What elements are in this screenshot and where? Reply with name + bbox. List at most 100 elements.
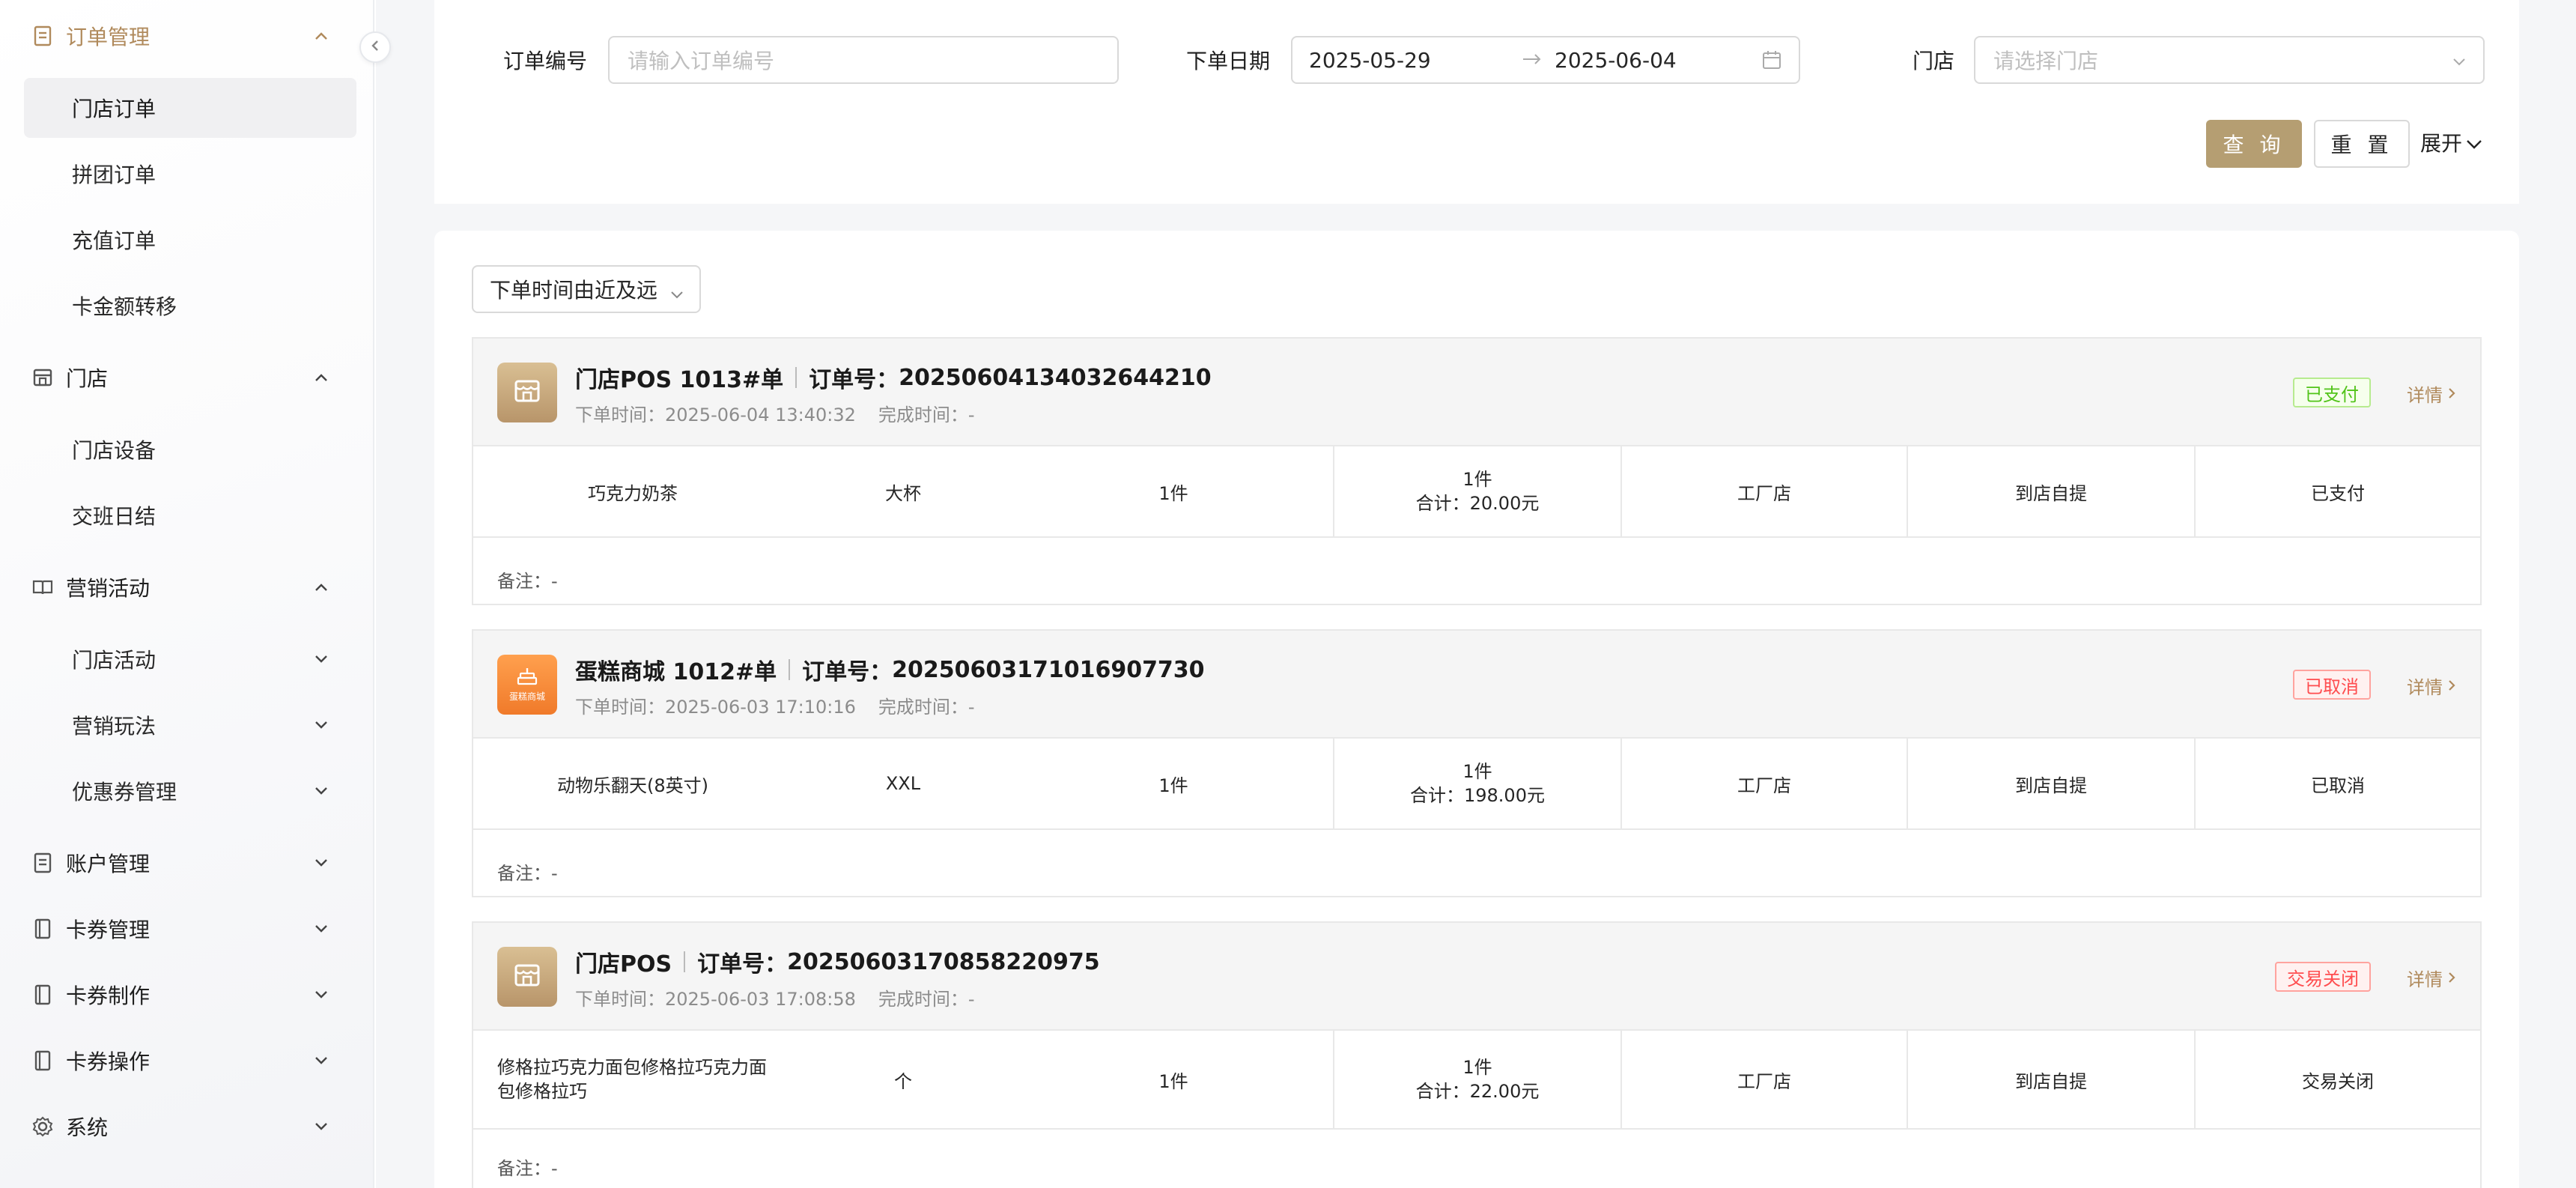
sidebar-item-store-activities[interactable]: 门店活动 xyxy=(24,629,356,689)
menu-group-system[interactable]: 系统 xyxy=(0,1094,374,1160)
cell-spec: 个 xyxy=(894,1070,912,1092)
chevron-down-icon xyxy=(310,648,332,670)
chevron-down-icon xyxy=(310,852,332,874)
cell-delivery: 到店自提 xyxy=(1907,1031,2194,1128)
status-badge: 已取消 xyxy=(2293,670,2371,700)
query-button[interactable]: 查 询 xyxy=(2206,120,2302,168)
cell-delivery: 到店自提 xyxy=(1907,739,2194,828)
store-pos-logo xyxy=(497,363,557,422)
chevron-down-icon xyxy=(310,918,332,940)
cell-qty: 1件 xyxy=(1158,1070,1188,1092)
expand-toggle[interactable]: 展开 xyxy=(2420,127,2483,157)
menu-group-card-operation[interactable]: 卡券操作 xyxy=(0,1028,374,1094)
cell-summary: 1件 合计：20.00元 xyxy=(1333,446,1620,536)
sidebar-item-coupon-management[interactable]: 优惠券管理 xyxy=(24,761,356,821)
menu-group-label: 卡券管理 xyxy=(66,918,151,942)
order-detail-link[interactable]: 详情 xyxy=(2407,965,2456,991)
date-range-picker[interactable]: 2025-05-29 2025-06-04 xyxy=(1291,36,1800,84)
date-end[interactable]: 2025-06-04 xyxy=(1555,48,1677,73)
cake-icon xyxy=(516,667,538,688)
chevron-left-icon xyxy=(371,39,380,55)
sidebar-item-store-orders[interactable]: 门店订单 xyxy=(24,78,356,138)
date-label: 下单日期 xyxy=(1186,49,1271,73)
order-remark: 备注：- xyxy=(497,863,558,884)
menu-group-label: 卡券制作 xyxy=(66,984,151,1008)
date-start[interactable]: 2025-05-29 xyxy=(1309,48,1431,73)
chevron-down-icon xyxy=(310,1115,332,1138)
cell-status: 已支付 xyxy=(2194,446,2480,536)
gear-icon xyxy=(31,1115,54,1138)
order-detail-link[interactable]: 详情 xyxy=(2407,673,2456,699)
store-label: 门店 xyxy=(1913,49,1955,73)
order-title: 蛋糕商城 1012#单 订单号： 20250603171016907730 xyxy=(575,653,1205,686)
store-placeholder: 请选择门店 xyxy=(1993,49,2099,73)
card-icon xyxy=(31,1049,54,1072)
sidebar-item-shift-settlement[interactable]: 交班日结 xyxy=(24,485,356,545)
chevron-down-icon xyxy=(310,780,332,802)
order-title: 门店POS 订单号： 20250603170858220975 xyxy=(575,945,1100,978)
sidebar-item-recharge-orders[interactable]: 充值订单 xyxy=(24,210,356,270)
menu-group-card-production[interactable]: 卡券制作 xyxy=(0,962,374,1028)
order-title: 门店POS 1013#单 订单号： 20250604134032644210 xyxy=(575,361,1212,394)
detail-label: 详情 xyxy=(2407,385,2443,406)
sidebar-item-label: 拼团订单 xyxy=(72,163,157,187)
divider xyxy=(795,367,798,388)
product-name-line: 修格拉巧克力面包修格拉巧克力面 xyxy=(497,1057,767,1078)
order-times: 下单时间：2025-06-03 17:10:16 完成时间：- xyxy=(575,692,975,718)
summary-total: 合计：22.00元 xyxy=(1415,1081,1540,1102)
book-icon xyxy=(31,576,54,598)
cell-qty: 1件 xyxy=(1158,482,1188,504)
chevron-up-icon xyxy=(310,576,332,598)
document-icon xyxy=(31,852,54,874)
menu-group-card-management[interactable]: 卡券管理 xyxy=(0,896,374,962)
order-no-label: 订单号： xyxy=(809,367,899,393)
sidebar-item-group-orders[interactable]: 拼团订单 xyxy=(24,144,356,204)
order-no-input[interactable]: 请输入订单编号 xyxy=(608,36,1119,84)
divider xyxy=(789,659,791,680)
menu-group-order-management[interactable]: 订单管理 xyxy=(0,3,374,69)
order-detail-link[interactable]: 详情 xyxy=(2407,381,2456,407)
sidebar-item-label: 门店设备 xyxy=(72,438,157,463)
chevron-right-icon xyxy=(2447,968,2456,989)
sidebar-item-marketing-play[interactable]: 营销玩法 xyxy=(24,695,356,755)
cell-store: 工厂店 xyxy=(1620,446,1907,536)
summary-qty: 1件 xyxy=(1462,469,1492,490)
document-icon xyxy=(31,25,54,47)
order-item-row: 动物乐翻天(8英寸) XXL 1件 1件 合计：198.00元 工厂店 到店自提 … xyxy=(473,739,2480,830)
order-number: 20250603171016907730 xyxy=(892,656,1205,683)
main-content: 订单编号 请输入订单编号 下单日期 2025-05-29 2025-06-04 … xyxy=(376,0,2576,1188)
chevron-down-icon xyxy=(310,714,332,736)
order-created-time: 下单时间：2025-06-03 17:08:58 xyxy=(575,989,856,1010)
order-number: 20250604134032644210 xyxy=(899,364,1212,391)
order-item-row: 修格拉巧克力面包修格拉巧克力面 包修格拉巧 个 1件 1件 合计：22.00元 工厂… xyxy=(473,1031,2480,1130)
menu-group-label: 订单管理 xyxy=(66,25,151,49)
product-name-line: 包修格拉巧 xyxy=(497,1081,587,1102)
menu-group-account[interactable]: 账户管理 xyxy=(0,830,374,896)
order-no-label: 订单号： xyxy=(802,659,893,685)
chevron-down-icon xyxy=(669,280,684,305)
sidebar-item-store-devices[interactable]: 门店设备 xyxy=(24,419,356,479)
chevron-down-icon xyxy=(2465,130,2483,155)
chevron-down-icon xyxy=(310,984,332,1006)
sidebar: 订单管理 门店订单 拼团订单 充值订单 卡金额转移 门店 门店设备 交班日结 营… xyxy=(0,0,374,1188)
reset-button[interactable]: 重 置 xyxy=(2314,120,2410,168)
menu-group-marketing[interactable]: 营销活动 xyxy=(0,554,374,620)
arrow-right-icon xyxy=(1522,52,1543,69)
calendar-icon xyxy=(1761,49,1782,73)
cell-store: 工厂店 xyxy=(1620,739,1907,828)
menu-group-store[interactable]: 门店 xyxy=(0,345,374,410)
order-remark: 备注：- xyxy=(497,571,558,592)
sort-selected-value: 下单时间由近及远 xyxy=(490,278,658,303)
sort-select[interactable]: 下单时间由近及远 xyxy=(472,265,701,313)
card-icon xyxy=(31,918,54,940)
sidebar-item-label: 交班日结 xyxy=(72,504,157,529)
order-no-label: 订单号： xyxy=(697,951,788,978)
store-select[interactable]: 请选择门店 xyxy=(1974,36,2485,84)
status-badge: 已支付 xyxy=(2293,378,2371,407)
sidebar-item-card-transfer[interactable]: 卡金额转移 xyxy=(24,276,356,336)
cell-product: 巧克力奶茶 xyxy=(588,482,678,504)
menu-group-label: 营销活动 xyxy=(66,576,151,601)
sidebar-collapse-button[interactable] xyxy=(359,31,391,63)
order-card: 蛋糕商城 蛋糕商城 1012#单 订单号： 20250603171016907730… xyxy=(472,629,2482,897)
sidebar-item-label: 门店活动 xyxy=(72,648,157,673)
